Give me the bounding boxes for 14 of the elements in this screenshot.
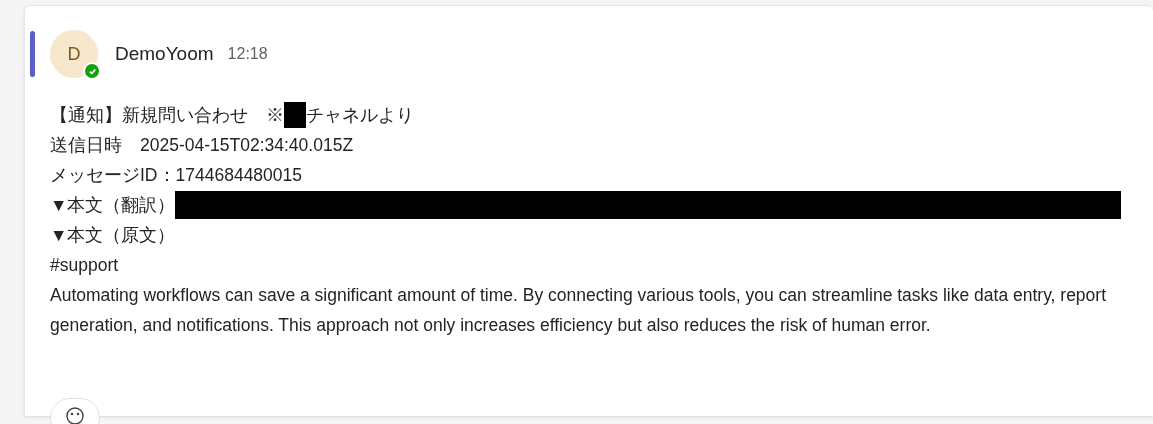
message-text: Automating workflows can save a significant amount of time. By connecting various tools, you can streamline tasks like data entry, report generation, and notifications. This approach not only increases efficiency but also reduces the risk of human error.	[50, 284, 1107, 337]
message-time: 12:18	[227, 44, 268, 64]
message-text: 【通知】新規問い合わせ ※	[50, 104, 284, 127]
message-text: チャネルより	[306, 104, 414, 127]
message-text: 送信日時 2025-04-15T02:34:40.015Z	[50, 134, 354, 157]
redaction-block	[284, 102, 306, 128]
accent-bar	[30, 31, 35, 77]
avatar: D	[50, 30, 98, 78]
message-text: ▼本文（原文）	[50, 224, 176, 247]
message-text: メッセージID：1744684480015	[50, 164, 303, 187]
message-text: #support	[50, 254, 119, 277]
smiley-icon	[65, 406, 85, 424]
message-text: ▼本文（翻訳）	[50, 194, 176, 217]
author-name: DemoYoom	[115, 41, 214, 66]
